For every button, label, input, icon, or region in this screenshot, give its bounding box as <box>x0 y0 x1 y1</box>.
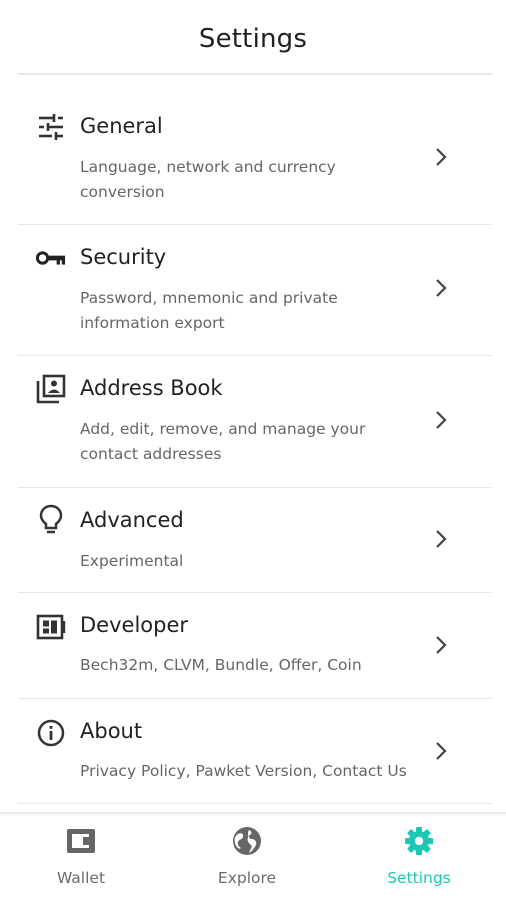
settings-item-description: Language, network and currency conversio… <box>80 158 336 201</box>
settings-item-description: Experimental <box>80 552 184 570</box>
globe-icon <box>232 826 262 856</box>
chevron-right-icon <box>434 277 448 299</box>
settings-item-advanced[interactable]: Advanced Experimental <box>0 488 506 592</box>
tab-wallet[interactable]: Wallet <box>11 824 151 898</box>
settings-item-label: About <box>80 719 143 743</box>
settings-item-general[interactable]: General Language, network and currency c… <box>0 94 506 224</box>
settings-item-label: General <box>80 114 163 138</box>
page-title: Settings <box>198 24 308 54</box>
settings-item-address-book[interactable]: Address Book Add, edit, remove, and mana… <box>0 356 506 487</box>
tab-label: Wallet <box>56 869 106 887</box>
settings-item-label: Advanced <box>80 508 184 532</box>
wallet-icon <box>66 826 96 856</box>
settings-item-description: Privacy Policy, Pawket Version, Contact … <box>80 762 407 780</box>
contacts-icon <box>36 374 66 404</box>
chevron-right-icon <box>434 146 448 168</box>
chevron-right-icon <box>434 409 448 431</box>
info-icon <box>36 718 66 748</box>
bottom-tab-bar: Wallet Explore Settings <box>0 812 506 900</box>
divider <box>18 803 492 804</box>
tab-explore[interactable]: Explore <box>177 824 317 898</box>
header-divider <box>18 73 492 75</box>
tab-label: Explore <box>217 869 277 887</box>
tab-label: Settings <box>387 869 451 887</box>
settings-item-developer[interactable]: Developer Bech32m, CLVM, Bundle, Offer, … <box>0 593 506 698</box>
settings-item-about[interactable]: About Privacy Policy, Pawket Version, Co… <box>0 699 506 803</box>
settings-item-description: Add, edit, remove, and manage your conta… <box>80 420 366 463</box>
chevron-right-icon <box>434 740 448 762</box>
settings-item-security[interactable]: Security Password, mnemonic and private … <box>0 225 506 355</box>
gear-icon <box>404 826 434 856</box>
sliders-icon <box>36 112 66 142</box>
app-header: Settings <box>0 0 506 76</box>
settings-item-label: Address Book <box>80 376 223 400</box>
chevron-right-icon <box>434 634 448 656</box>
lightbulb-icon <box>36 504 66 534</box>
settings-item-description: Bech32m, CLVM, Bundle, Offer, Coin <box>80 656 362 674</box>
chip-icon <box>36 612 66 642</box>
chevron-right-icon <box>434 528 448 550</box>
tab-settings[interactable]: Settings <box>349 824 489 898</box>
settings-item-label: Security <box>80 245 167 269</box>
tab-bar-divider <box>0 812 506 815</box>
key-icon <box>36 243 66 273</box>
settings-item-label: Developer <box>80 613 189 637</box>
settings-item-description: Password, mnemonic and private informati… <box>80 289 338 332</box>
